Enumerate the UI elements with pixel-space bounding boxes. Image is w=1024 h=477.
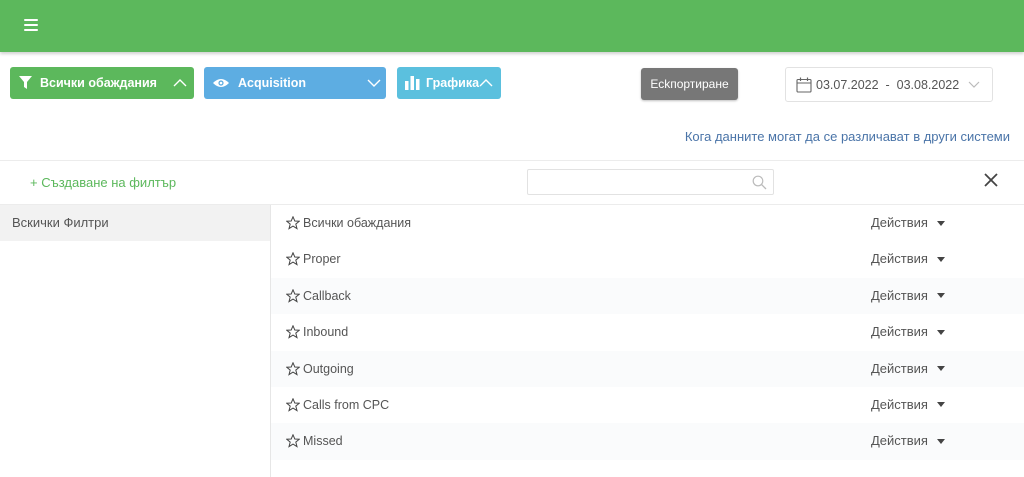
caret-down-icon xyxy=(936,438,945,444)
filter-name[interactable]: Outgoing xyxy=(303,362,354,376)
actions-dropdown[interactable]: Действия xyxy=(871,433,945,448)
star-icon[interactable] xyxy=(286,216,300,230)
caret-down-icon xyxy=(936,366,945,372)
filters-list: Всички обаждания Действия Proper Действи… xyxy=(271,205,1024,460)
date-range-picker[interactable]: 03.07.2022 - 03.08.2022 xyxy=(785,67,993,102)
actions-label: Действия xyxy=(871,396,928,412)
actions-dropdown[interactable]: Действия xyxy=(871,324,945,339)
create-filter-link[interactable]: + Създаване на филтър xyxy=(30,175,176,190)
chevron-down-icon xyxy=(968,81,980,88)
star-icon[interactable] xyxy=(286,288,300,303)
chart-button[interactable]: Графика xyxy=(397,67,501,99)
actions-label: Действия xyxy=(871,215,928,230)
star-icon[interactable] xyxy=(286,397,300,412)
top-bar xyxy=(0,0,1024,52)
filter-search xyxy=(527,169,774,195)
actions-dropdown[interactable]: Действия xyxy=(871,397,945,412)
filter-name[interactable]: Missed xyxy=(303,434,343,448)
actions-label: Действия xyxy=(871,324,928,340)
filter-name[interactable]: Calls from CPC xyxy=(303,398,389,412)
bar-chart-icon xyxy=(405,76,420,90)
calendar-icon xyxy=(796,77,812,93)
acquisition-label: Acquisition xyxy=(238,76,307,90)
filter-name[interactable]: Всички обаждания xyxy=(303,216,411,230)
star-icon[interactable] xyxy=(286,361,300,376)
actions-label: Действия xyxy=(871,287,928,303)
star-icon[interactable] xyxy=(286,252,300,267)
divider xyxy=(0,160,1024,161)
filter-row: Inbound Действия xyxy=(271,314,1024,350)
caret-down-icon xyxy=(936,220,945,226)
caret-down-icon xyxy=(936,402,945,408)
filter-icon xyxy=(19,76,32,89)
actions-dropdown[interactable]: Действия xyxy=(871,288,945,303)
actions-label: Действия xyxy=(871,251,928,267)
filter-row: Outgoing Действия xyxy=(271,350,1024,387)
date-range-text: 03.07.2022 - 03.08.2022 xyxy=(816,78,960,92)
hamburger-icon[interactable] xyxy=(24,19,38,31)
filters-sidebar: Вскички Филтри xyxy=(0,205,271,477)
filter-row: Всички обаждания Действия xyxy=(271,205,1024,241)
actions-label: Действия xyxy=(871,360,928,376)
chart-label: Графика xyxy=(426,76,480,90)
filter-name[interactable]: Proper xyxy=(303,252,341,266)
chevron-down-icon xyxy=(367,79,381,87)
caret-down-icon xyxy=(936,329,945,335)
filter-name[interactable]: Callback xyxy=(303,289,351,303)
chevron-up-icon xyxy=(173,79,187,87)
sidebar-item-all-filters[interactable]: Вскички Филтри xyxy=(0,205,270,241)
star-icon[interactable] xyxy=(286,325,300,339)
caret-down-icon xyxy=(936,256,945,262)
close-icon[interactable] xyxy=(983,172,999,188)
chevron-up-icon xyxy=(479,79,493,87)
star-icon[interactable] xyxy=(286,434,300,449)
actions-dropdown[interactable]: Действия xyxy=(871,215,945,230)
all-calls-filter-button[interactable]: Всички обаждания xyxy=(10,67,194,99)
data-differences-link[interactable]: Кога данните могат да се различават в др… xyxy=(685,129,1010,144)
actions-dropdown[interactable]: Действия xyxy=(871,251,945,266)
acquisition-button[interactable]: Acquisition xyxy=(204,67,386,99)
export-button[interactable]: Есkпортиране xyxy=(641,68,738,100)
filter-row: Missed Действия xyxy=(271,423,1024,460)
eye-icon xyxy=(213,79,229,87)
search-icon[interactable] xyxy=(752,175,767,190)
caret-down-icon xyxy=(936,293,945,299)
filter-search-input[interactable] xyxy=(528,170,773,194)
filter-row: Calls from CPC Действия xyxy=(271,387,1024,423)
filter-row: Callback Действия xyxy=(271,277,1024,315)
actions-dropdown[interactable]: Действия xyxy=(871,361,945,376)
actions-label: Действия xyxy=(871,433,928,449)
all-calls-filter-label: Всички обаждания xyxy=(40,76,157,90)
filter-row: Proper Действия xyxy=(271,241,1024,277)
filter-name[interactable]: Inbound xyxy=(303,325,348,339)
